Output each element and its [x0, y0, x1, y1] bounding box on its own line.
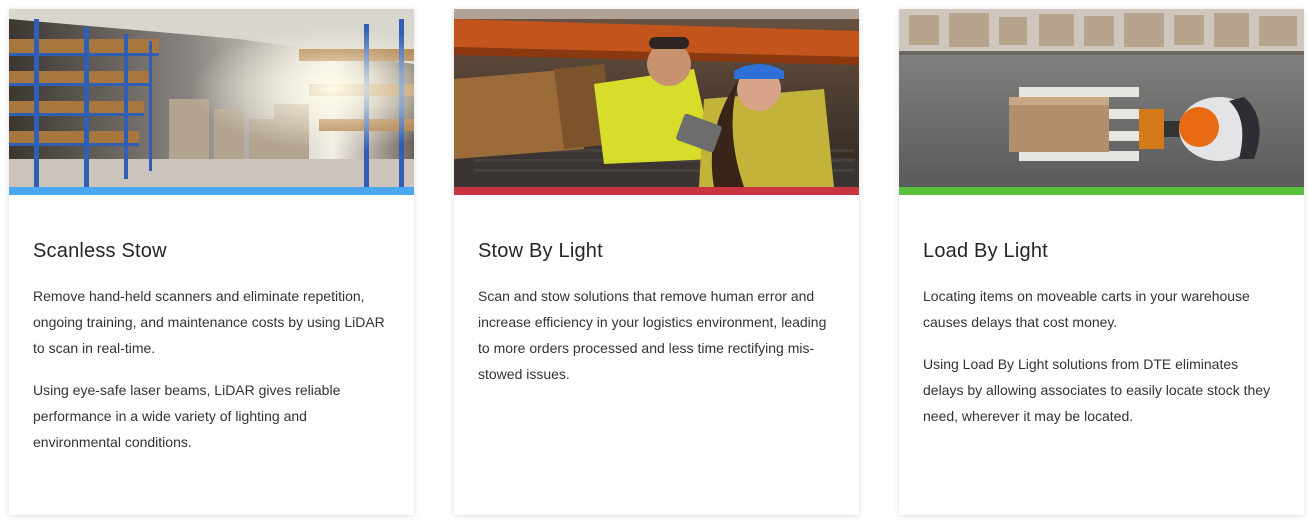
card-scanless-stow: Scanless Stow Remove hand-held scanners …: [9, 9, 414, 515]
solutions-card-grid: Scanless Stow Remove hand-held scanners …: [9, 9, 1304, 515]
card-title: Stow By Light: [478, 240, 603, 262]
card-paragraph: Remove hand-held scanners and eliminate …: [33, 288, 385, 356]
card-paragraph: Locating items on moveable carts in your…: [923, 288, 1250, 330]
accent-bar: [454, 187, 859, 195]
accent-bar: [899, 187, 1304, 195]
card-paragraph: Scan and stow solutions that remove huma…: [478, 288, 827, 382]
card-body: Scanless Stow Remove hand-held scanners …: [9, 239, 414, 455]
card-body: Load By Light Locating items on moveable…: [899, 239, 1304, 429]
card-title: Scanless Stow: [33, 240, 167, 262]
card-stow-by-light: Stow By Light Scan and stow solutions th…: [454, 9, 859, 515]
warehouse-shelves-image: [9, 9, 414, 187]
accent-bar: [9, 187, 414, 195]
workers-with-tablet-image: [454, 9, 859, 187]
card-paragraph: Using eye-safe laser beams, LiDAR gives …: [33, 382, 341, 450]
card-load-by-light: Load By Light Locating items on moveable…: [899, 9, 1304, 515]
pallet-jack-overhead-image: [899, 9, 1304, 187]
card-paragraph: Using Load By Light solutions from DTE e…: [923, 356, 1271, 424]
card-title: Load By Light: [923, 240, 1048, 262]
card-body: Stow By Light Scan and stow solutions th…: [454, 239, 859, 387]
